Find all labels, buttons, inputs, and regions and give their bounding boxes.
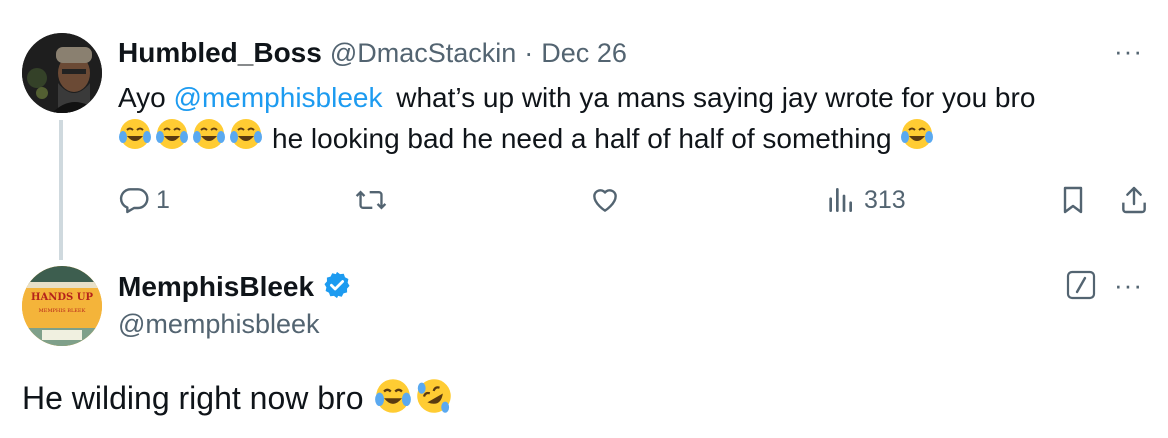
grok-button[interactable] [1066,270,1096,300]
more-options-button[interactable]: ··· [1114,270,1143,301]
slash-box-icon [1066,270,1096,300]
tears-of-joy-emoji [900,117,934,161]
share-button[interactable] [1118,184,1150,216]
tweet1-text-line1: Ayo @memphisbleek what’s up with ya mans… [118,79,1035,117]
retweet-button[interactable] [354,184,388,216]
like-icon [593,189,617,212]
tweet-text: what’s up with ya mans saying jay wrote … [396,82,1036,113]
avatar-memphisbleek[interactable]: HANDS UP MEMPHIS BLEEK [22,266,102,346]
tears-of-joy-emoji [374,377,412,420]
display-name[interactable]: MemphisBleek [118,271,314,303]
view-count: 313 [864,185,906,214]
separator: · [524,37,534,68]
tears-of-joy-emoji [118,117,152,161]
display-name[interactable]: Humbled_Boss [118,37,322,69]
avatar-humbled-boss[interactable] [22,33,102,113]
avatar-photo [22,33,102,113]
views-button[interactable]: 313 [824,184,906,216]
tweet-text: He wilding right now bro [22,380,364,416]
retweet-icon [355,190,387,210]
bookmark-icon [1063,186,1083,214]
reply-button[interactable]: 1 [118,184,170,216]
handle[interactable]: @DmacStackin [330,38,516,69]
avatar-subtitle: MEMPHIS BLEEK [38,308,86,314]
verified-badge-icon[interactable] [322,270,352,305]
tweet1-header: Humbled_Boss @DmacStackin · Dec 26 [118,34,627,72]
avatar-title: HANDS UP [31,292,93,303]
tears-of-joy-emoji [192,117,226,161]
tweet2-name-row: MemphisBleek [118,268,352,306]
thread-connector-line [59,120,63,260]
share-icon [1122,186,1146,214]
bookmark-button[interactable] [1058,184,1088,216]
rolling-laughing-emoji [415,377,453,420]
tweet-text: Ayo [118,82,166,113]
reply-count: 1 [156,185,170,214]
tears-of-joy-emoji [155,117,189,161]
avatar-artwork [22,266,102,346]
tears-of-joy-emoji [229,117,263,161]
mention-link[interactable]: @memphisbleek [174,82,383,113]
tweet-text: he looking bad he need a half of half of… [272,123,892,154]
more-options-button[interactable]: ··· [1114,36,1143,67]
timestamp[interactable]: Dec 26 [541,38,627,69]
views-icon [829,188,852,212]
reply-icon [119,188,149,214]
like-button[interactable] [588,184,622,216]
tweet1-text-line2: he looking bad he need a half of half of… [118,117,937,161]
handle[interactable]: @memphisbleek [118,309,320,340]
tweet2-text-row: He wilding right now bro [22,377,456,420]
